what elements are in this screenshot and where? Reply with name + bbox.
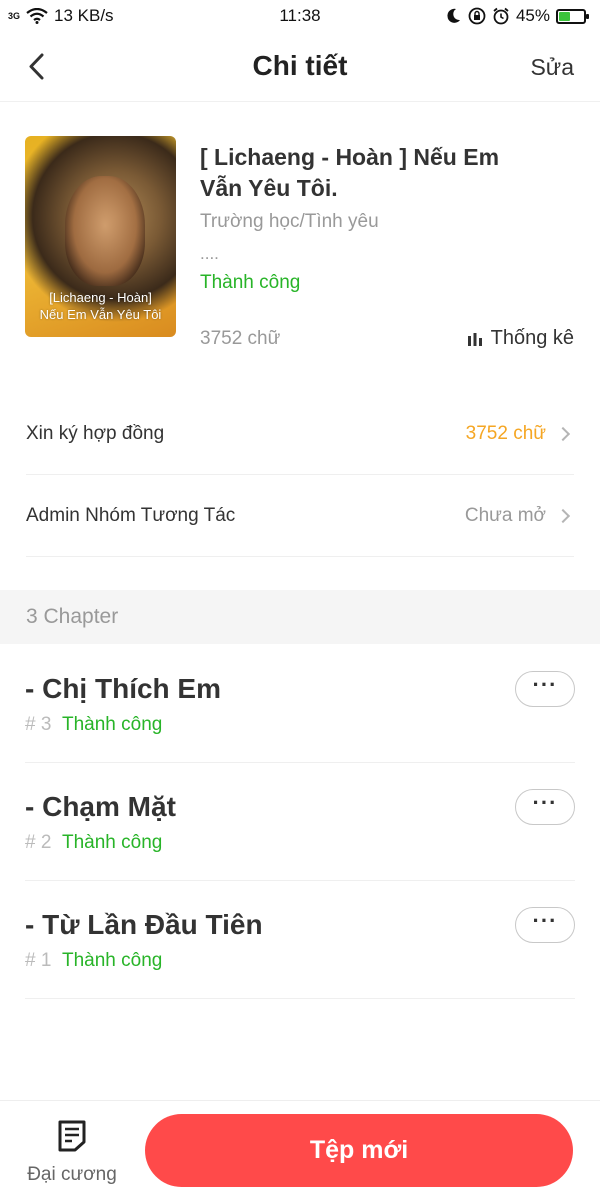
document-icon [58,1120,86,1152]
chapter-number: # 2 [25,832,52,853]
stats-button[interactable]: Thống kê [467,327,574,350]
chapter-title: - Chạm Mặt [25,791,176,822]
bottom-bar: Đại cương Tệp mới [0,1100,600,1200]
contract-label: Xin ký hợp đồng [26,422,165,444]
book-cover[interactable]: [Lichaeng - Hoàn] Nếu Em Vẫn Yêu Tôi [25,136,176,337]
admin-group-row[interactable]: Admin Nhóm Tương Tác Chưa mở [26,475,574,557]
contract-value-group: 3752 chữ [466,423,574,445]
chapter-title: - Chị Thích Em [25,673,221,704]
chapter-title: - Từ Lần Đầu Tiên [25,909,263,940]
cover-portrait [65,176,145,286]
battery-percent: 45% [515,6,550,25]
admin-group-value-group: Chưa mở [465,505,574,527]
edit-button[interactable]: Sửa [530,54,574,81]
cover-caption: [Lichaeng - Hoàn] Nếu Em Vẫn Yêu Tôi [25,289,176,323]
chapter-status: Thành công [62,714,163,735]
more-options-button[interactable]: ··· [515,789,575,825]
book-description: .... [200,244,219,263]
stats-label: Thống kê [490,327,574,349]
chapter-item[interactable]: - Từ Lần Đầu Tiên # 1 Thành công ··· [25,881,575,999]
wifi-icon [26,8,48,24]
chevron-right-icon [555,426,571,441]
book-word-count: 3752 chữ [200,328,281,349]
nav-bar: Chi tiết Sửa [0,32,600,102]
network-speed: 13 KB/s [54,6,114,25]
chapter-item[interactable]: - Chị Thích Em # 3 Thành công ··· [25,645,575,763]
bar-chart-icon [467,332,482,346]
chevron-right-icon [555,508,571,523]
battery-level [559,11,570,21]
status-right: 45% [444,6,589,26]
chapter-status: Thành công [62,950,163,971]
book-status: Thành công [200,272,301,293]
book-genre: Trường học/Tình yêu [200,211,379,232]
rotation-lock-icon [468,7,486,25]
chapter-number: # 3 [25,714,52,735]
more-options-button[interactable]: ··· [515,907,575,943]
book-title: [ Lichaeng - Hoàn ] Nếu Em Vẫn Yêu Tôi. [200,144,500,201]
chapter-status: Thành công [62,832,163,853]
cover-caption-line2: Nếu Em Vẫn Yêu Tôi [39,307,162,322]
network-type: 3G [8,10,21,21]
new-file-button[interactable]: Tệp mới [145,1114,573,1187]
contract-row[interactable]: Xin ký hợp đồng 3752 chữ [26,393,574,475]
chapters-header: 3 Chapter [0,590,600,644]
page-title: Chi tiết [252,50,348,81]
status-bar: 3G 13 KB/s 11:38 45% [0,0,600,32]
contract-value: 3752 chữ [465,422,546,444]
admin-group-label: Admin Nhóm Tương Tác [26,504,236,526]
outline-button[interactable]: Đại cương [22,1117,122,1189]
chapter-item[interactable]: - Chạm Mặt # 2 Thành công ··· [25,763,575,881]
outline-label: Đại cương [27,1164,117,1185]
status-left: 3G 13 KB/s [8,6,114,26]
alarm-icon [493,7,509,25]
battery-icon [556,8,589,24]
chapter-number: # 1 [25,950,52,971]
moon-icon [447,8,460,23]
cover-caption-line1: [Lichaeng - Hoàn] [49,290,152,305]
admin-group-value: Chưa mở [464,504,546,526]
more-options-button[interactable]: ··· [515,671,575,707]
